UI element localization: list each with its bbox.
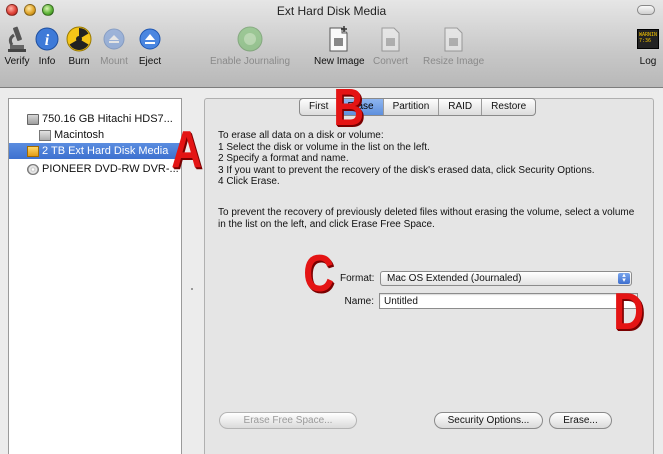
volume-icon <box>39 129 51 141</box>
log-icon: WARNIN 7:36 <box>632 24 663 54</box>
window-title: Ext Hard Disk Media <box>276 4 387 18</box>
erase-free-space-note: To prevent the recovery of previously de… <box>218 207 635 230</box>
mount-icon <box>98 24 130 54</box>
verify-button[interactable]: Verify <box>1 24 33 67</box>
enable-journaling-button[interactable]: Enable Journaling <box>210 24 290 67</box>
callout-d: D <box>613 283 644 341</box>
callout-b: B <box>333 79 364 137</box>
toolbar-toggle-button[interactable] <box>637 5 655 15</box>
sidebar-item-hitachi-disk[interactable]: 750.16 GB Hitachi HDS7... <box>9 111 181 127</box>
sidebar-item-macintosh-volume[interactable]: Macintosh <box>9 127 181 143</box>
tab-partition[interactable]: Partition <box>384 99 440 115</box>
info-button[interactable]: i Info <box>31 24 63 67</box>
eject-button[interactable]: Eject <box>134 24 166 67</box>
callout-c: C <box>303 245 334 303</box>
journaling-icon <box>234 24 266 54</box>
hard-drive-icon <box>27 113 39 125</box>
format-label: Format: <box>340 273 375 284</box>
sidebar-item-dvd-drive[interactable]: PIONEER DVD-RW DVR-... <box>9 161 181 177</box>
resize-image-button[interactable]: Resize Image <box>423 24 484 67</box>
svg-text:i: i <box>45 32 50 49</box>
erase-button[interactable]: Erase... <box>549 412 612 429</box>
name-input[interactable] <box>379 293 638 309</box>
divider-grip <box>191 288 193 290</box>
new-image-icon <box>323 24 355 54</box>
convert-button[interactable]: Convert <box>373 24 408 67</box>
convert-icon <box>375 24 407 54</box>
new-image-button[interactable]: New Image <box>314 24 365 67</box>
eject-icon <box>134 24 166 54</box>
toolbar: Verify i Info Burn Mount Eject Enable Jo… <box>0 24 663 76</box>
log-button[interactable]: WARNIN 7:36 Log <box>632 24 663 67</box>
erase-instructions: To erase all data on a disk or volume: 1… <box>218 130 595 188</box>
window-titlebar: Ext Hard Disk Media Verify i Info Burn M… <box>0 0 663 88</box>
burn-icon <box>63 24 95 54</box>
sidebar-item-ext-hard-disk[interactable]: 2 TB Ext Hard Disk Media <box>9 143 181 159</box>
format-select[interactable]: Mac OS Extended (Journaled) ▴ ▾ <box>380 271 632 286</box>
mount-button[interactable]: Mount <box>98 24 130 67</box>
external-drive-icon <box>27 145 39 157</box>
resize-image-icon <box>438 24 470 54</box>
microscope-icon <box>1 24 33 54</box>
tab-raid[interactable]: RAID <box>439 99 483 115</box>
burn-button[interactable]: Burn <box>63 24 95 67</box>
security-options-button[interactable]: Security Options... <box>434 412 543 429</box>
name-label: Name: <box>344 296 374 307</box>
callout-a: A <box>171 121 202 179</box>
info-icon: i <box>31 24 63 54</box>
tab-restore[interactable]: Restore <box>482 99 535 115</box>
format-select-value: Mac OS Extended (Journaled) <box>387 273 522 284</box>
erase-free-space-button[interactable]: Erase Free Space... <box>219 412 357 429</box>
disk-list-sidebar[interactable]: 750.16 GB Hitachi HDS7... Macintosh 2 TB… <box>8 98 182 454</box>
dvd-drive-icon <box>27 163 39 175</box>
